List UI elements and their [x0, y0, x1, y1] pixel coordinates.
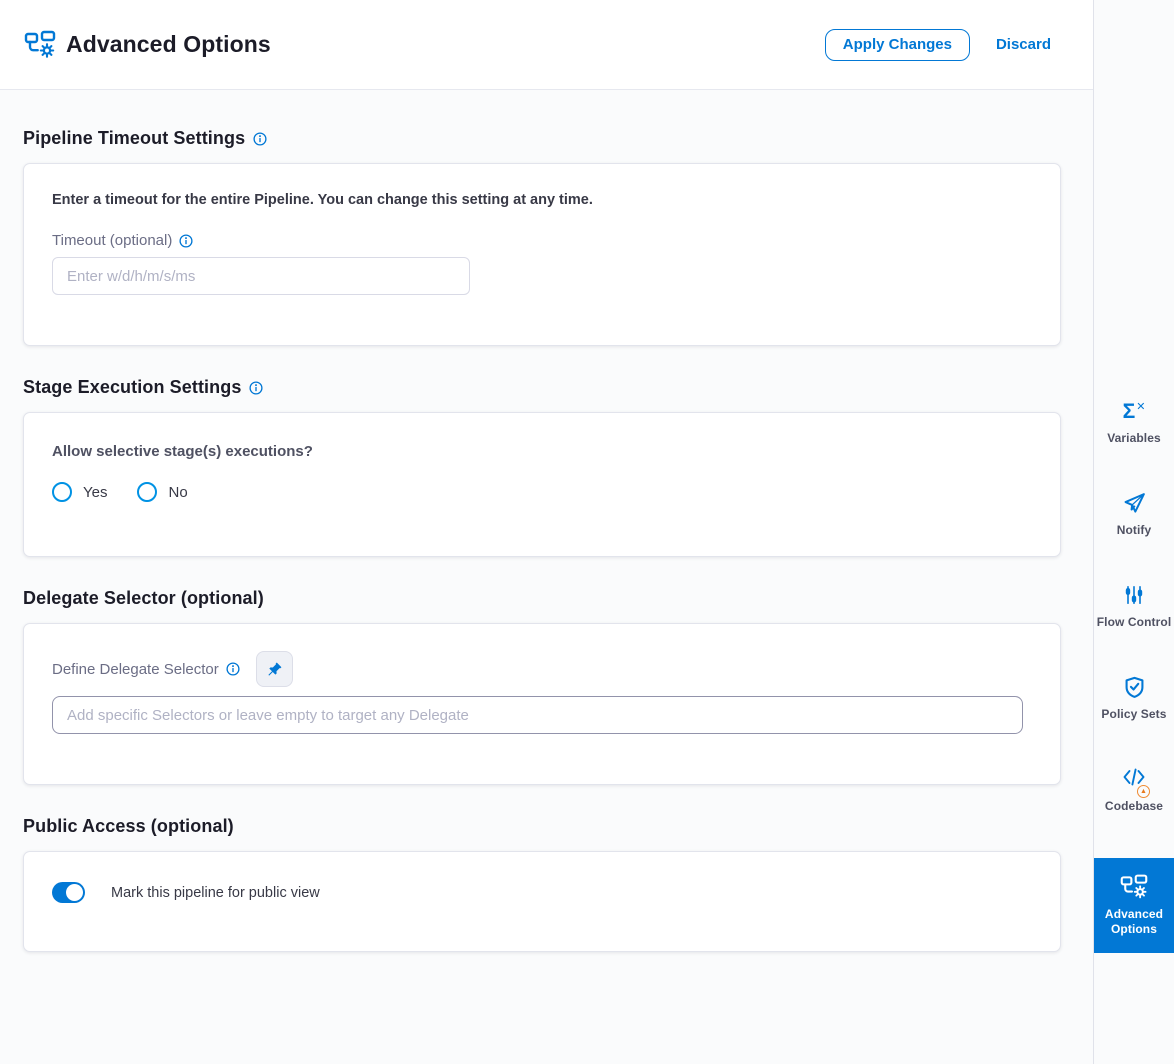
section-heading-stage-execution: Stage Execution Settings: [23, 377, 1093, 398]
advanced-options-page: Advanced Options Apply Changes Discard P…: [0, 0, 1174, 1064]
info-icon[interactable]: [226, 662, 240, 676]
selective-stages-radio-group: Yes No: [52, 482, 1032, 502]
section-heading-public-access: Public Access (optional): [23, 816, 1093, 837]
sidebar-item-label: Policy Sets: [1101, 707, 1166, 722]
header-actions: Apply Changes Discard: [825, 29, 1057, 61]
radio-option-no[interactable]: No: [137, 482, 187, 502]
sidebar-item-label: Codebase: [1105, 799, 1163, 814]
section-heading-timeout: Pipeline Timeout Settings: [23, 128, 1093, 149]
sidebar-item-notify[interactable]: Notify: [1094, 490, 1174, 538]
delegate-heading-text: Delegate Selector (optional): [23, 588, 264, 609]
sidebar-item-label: Variables: [1107, 431, 1161, 446]
delegate-field-label: Define Delegate Selector: [52, 661, 240, 678]
selective-stages-question: Allow selective stage(s) executions?: [52, 443, 1032, 460]
pin-button[interactable]: [256, 651, 293, 687]
content: Pipeline Timeout Settings Enter a timeou…: [0, 128, 1093, 952]
pushpin-icon: [266, 661, 283, 678]
public-access-heading-text: Public Access (optional): [23, 816, 234, 837]
delegate-label-text: Define Delegate Selector: [52, 661, 219, 678]
timeout-heading-text: Pipeline Timeout Settings: [23, 128, 245, 149]
discard-button[interactable]: Discard: [990, 32, 1057, 57]
sliders-icon: [1122, 582, 1146, 608]
delegate-label-row: Define Delegate Selector: [52, 651, 1032, 687]
code-warning-icon: ▲: [1121, 766, 1147, 792]
public-view-toggle[interactable]: [52, 882, 85, 903]
sidebar-item-label: Flow Control: [1097, 615, 1172, 630]
pipeline-gear-icon: [1120, 874, 1148, 900]
delegate-selector-input[interactable]: [52, 696, 1023, 734]
public-view-toggle-row: Mark this pipeline for public view: [52, 882, 1032, 903]
sigma-x-icon: Σ✕: [1123, 398, 1146, 424]
delegate-card: Define Delegate Selector: [23, 623, 1061, 785]
warning-badge-icon: ▲: [1137, 785, 1150, 798]
sidebar-item-codebase[interactable]: ▲ Codebase: [1094, 766, 1174, 814]
pipeline-gear-icon: [24, 29, 56, 61]
toggle-knob: [66, 884, 83, 901]
sidebar-item-variables[interactable]: Σ✕ Variables: [1094, 398, 1174, 446]
paper-plane-icon: [1122, 490, 1147, 516]
header: Advanced Options Apply Changes Discard: [0, 0, 1093, 90]
info-icon[interactable]: [253, 132, 267, 146]
stage-execution-heading-text: Stage Execution Settings: [23, 377, 241, 398]
info-icon[interactable]: [179, 234, 193, 248]
sidebar-item-policy-sets[interactable]: Policy Sets: [1094, 674, 1174, 722]
radio-circle-icon[interactable]: [137, 482, 157, 502]
main-panel: Advanced Options Apply Changes Discard P…: [0, 0, 1093, 1064]
radio-label-yes: Yes: [83, 484, 107, 501]
timeout-description: Enter a timeout for the entire Pipeline.…: [52, 192, 1032, 208]
radio-option-yes[interactable]: Yes: [52, 482, 107, 502]
pipeline-settings-sidebar: Σ✕ Variables Notify: [1093, 0, 1174, 1064]
stage-execution-card: Allow selective stage(s) executions? Yes…: [23, 412, 1061, 557]
apply-changes-button[interactable]: Apply Changes: [825, 29, 970, 61]
public-view-toggle-label: Mark this pipeline for public view: [111, 885, 320, 901]
page-title: Advanced Options: [66, 31, 271, 58]
timeout-label-text: Timeout (optional): [52, 232, 172, 249]
timeout-field-label: Timeout (optional): [52, 232, 1032, 249]
info-icon[interactable]: [249, 381, 263, 395]
section-heading-delegate: Delegate Selector (optional): [23, 588, 1093, 609]
radio-label-no: No: [168, 484, 187, 501]
public-access-card: Mark this pipeline for public view: [23, 851, 1061, 952]
sidebar-item-advanced-options[interactable]: Advanced Options: [1094, 858, 1174, 953]
radio-circle-icon[interactable]: [52, 482, 72, 502]
timeout-input[interactable]: [52, 257, 470, 295]
sidebar-item-flow-control[interactable]: Flow Control: [1094, 582, 1174, 630]
sidebar-item-label: Advanced Options: [1096, 907, 1172, 937]
timeout-card: Enter a timeout for the entire Pipeline.…: [23, 163, 1061, 346]
shield-check-icon: [1122, 674, 1147, 700]
sidebar-item-label: Notify: [1117, 523, 1152, 538]
